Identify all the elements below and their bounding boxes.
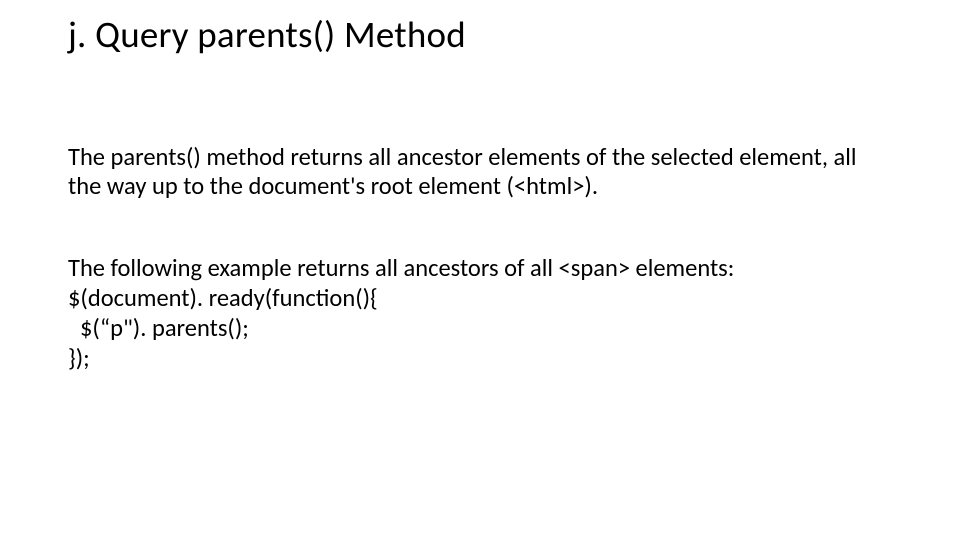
description-paragraph: The parents() method returns all ancesto…: [68, 143, 892, 203]
code-line-1: $(document). ready(function(){: [68, 284, 892, 314]
page-title: j. Query parents() Method: [68, 14, 892, 57]
slide: j. Query parents() Method The parents() …: [0, 0, 960, 540]
code-line-2: $(“p"). parents();: [68, 314, 892, 344]
example-intro: The following example returns all ancest…: [68, 254, 892, 284]
body-text: The parents() method returns all ancesto…: [68, 143, 892, 374]
code-line-3: });: [68, 344, 892, 374]
example-block: The following example returns all ancest…: [68, 254, 892, 374]
